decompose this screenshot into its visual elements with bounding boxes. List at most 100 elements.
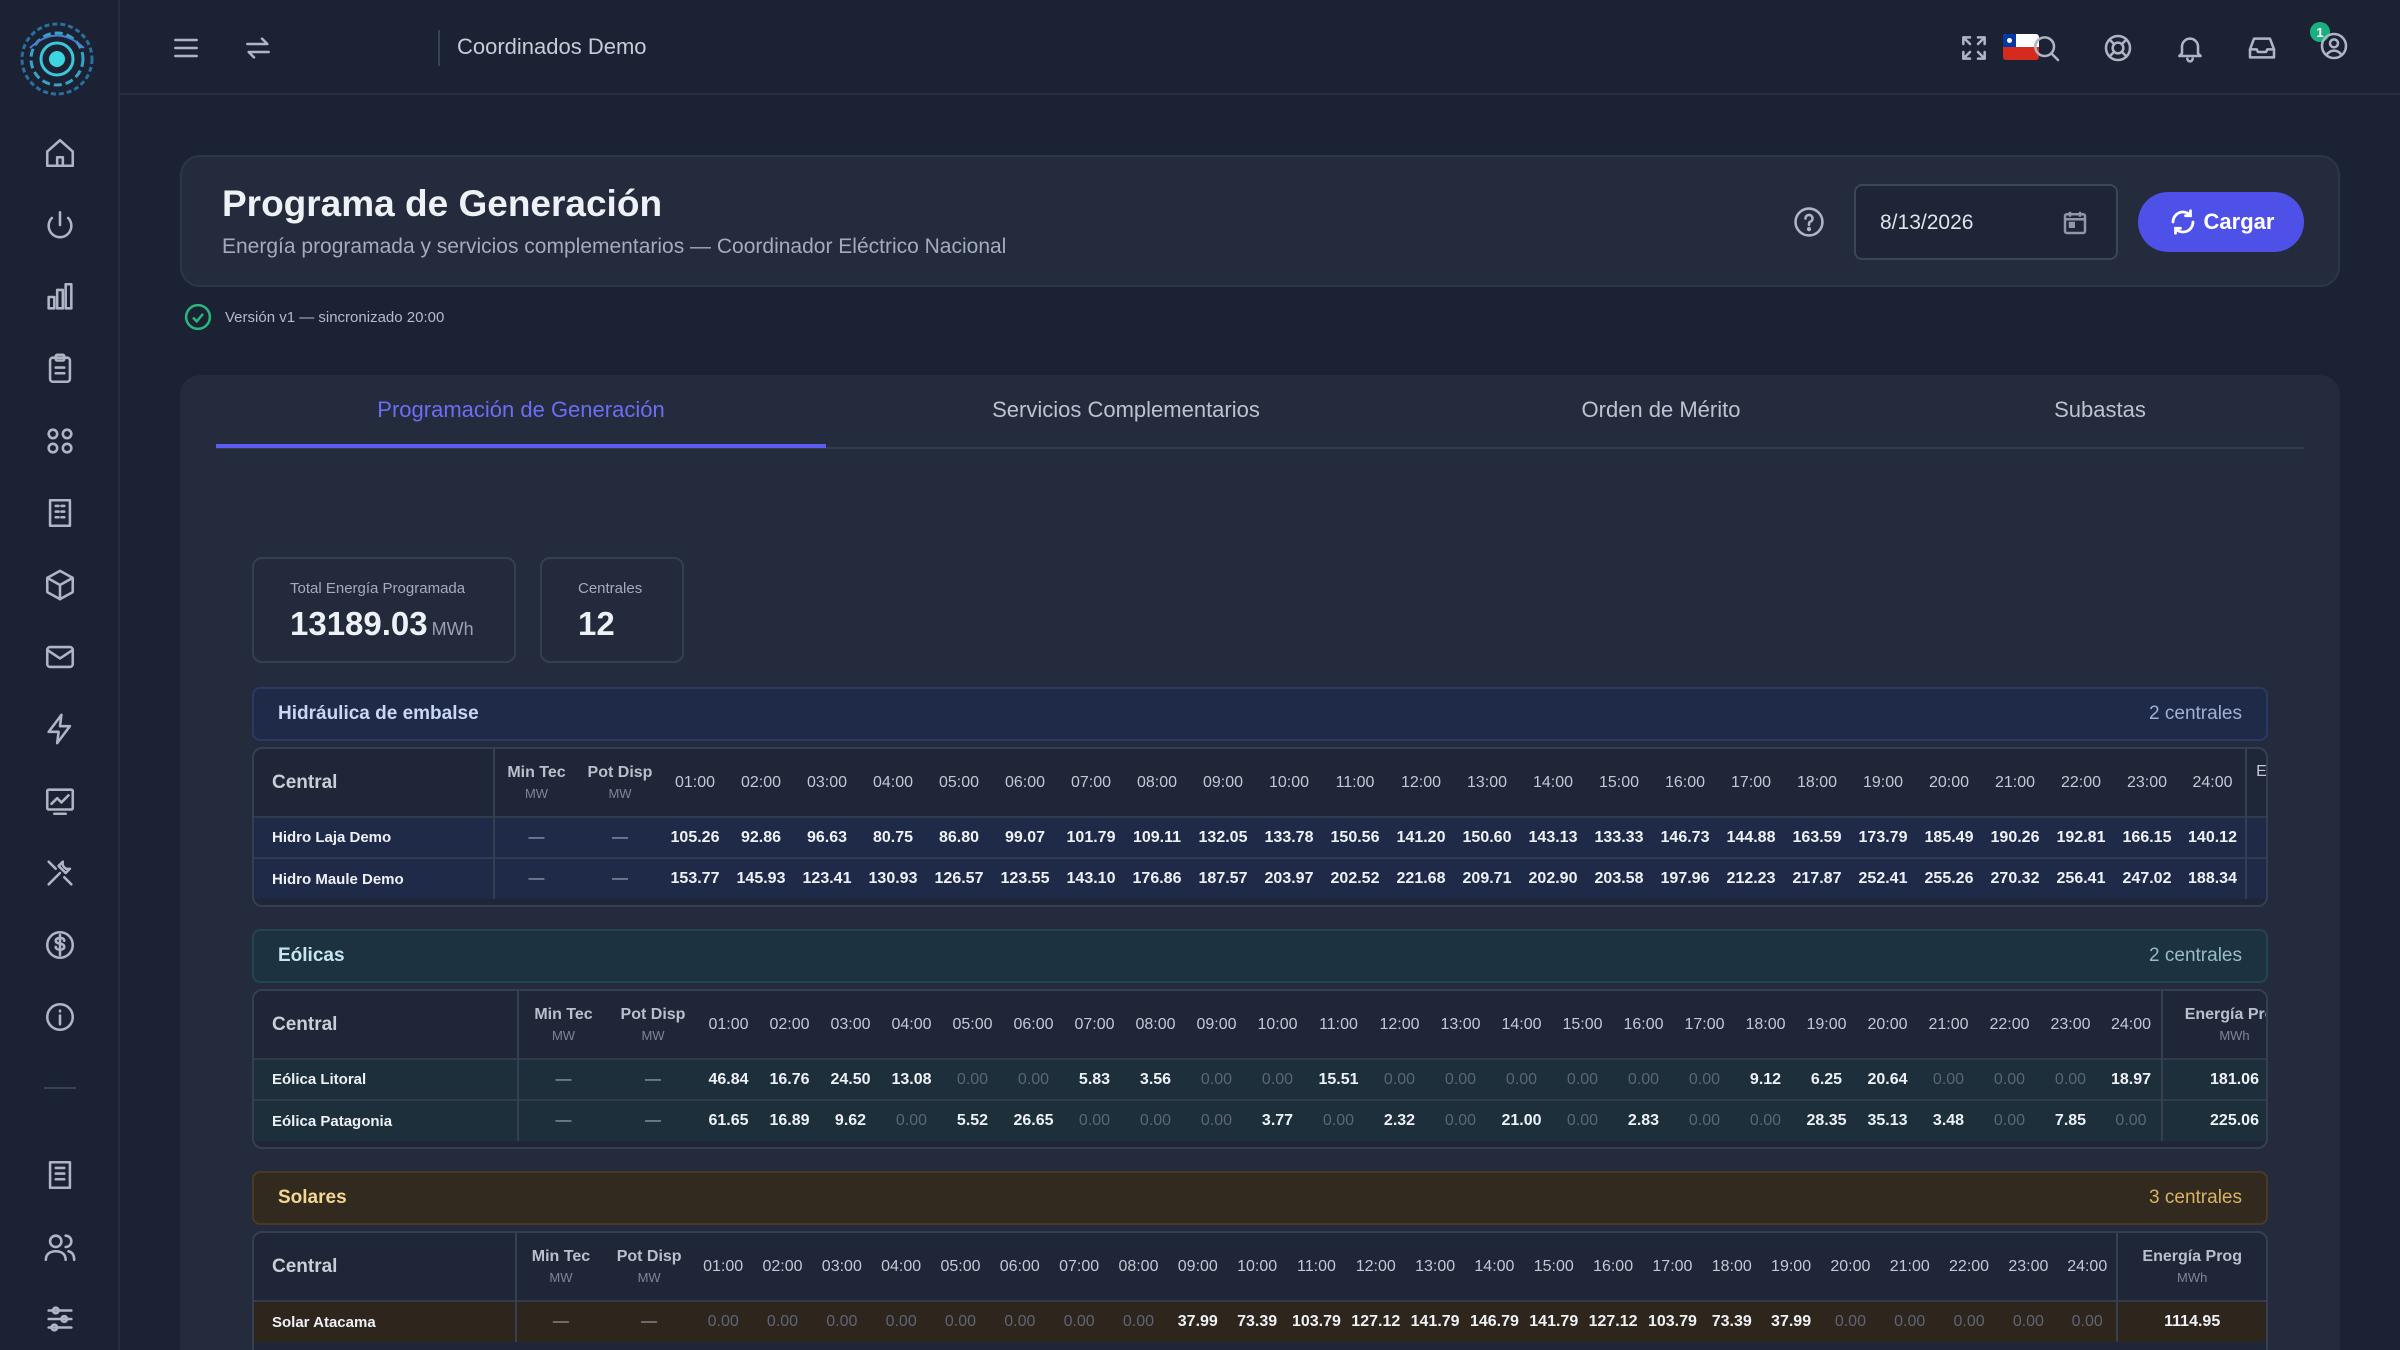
logo[interactable] xyxy=(20,18,94,100)
sidebar-item-mail[interactable] xyxy=(40,637,80,677)
table-row[interactable]: Hidro Maule Demo — —153.77 145.93 123.41 130.… xyxy=(254,857,2266,899)
tab-orden-merito[interactable]: Orden de Mérito xyxy=(1426,397,1896,423)
hour-value: 132.05 xyxy=(1190,816,1256,858)
table-row[interactable]: Eólica Patagonia — —61.65 16.89 9.62 0.00 5.52… xyxy=(254,1099,2266,1141)
sidebar-item-charts[interactable] xyxy=(40,277,80,317)
sidebar-item-billing[interactable] xyxy=(40,925,80,965)
column-header-hour: 09:00 xyxy=(1177,1257,1218,1275)
load-button[interactable]: Cargar xyxy=(2138,192,2304,252)
hour-value: 86.80 xyxy=(926,816,992,858)
sidebar-item-tools[interactable] xyxy=(40,853,80,893)
hour-value: 0.00 xyxy=(1918,1058,1979,1100)
hour-value: 0.00 xyxy=(1979,1099,2040,1141)
hour-value: 146.79 xyxy=(1464,1300,1525,1342)
hour-value: 26.65 xyxy=(1003,1099,1064,1141)
hour-value: 101.79 xyxy=(1058,816,1124,858)
sidebar-item-power[interactable] xyxy=(40,205,80,245)
hour-value: 127.12 xyxy=(1346,1300,1406,1342)
group-header-eolicas[interactable]: Eólicas 2 centrales xyxy=(252,929,2268,983)
notifications-button[interactable] xyxy=(2170,28,2210,68)
hour-value: 0.00 xyxy=(1820,1300,1881,1342)
sidebar-item-home[interactable] xyxy=(40,133,80,173)
column-header-hour: 12:00 xyxy=(1355,1257,1396,1275)
switch-button[interactable] xyxy=(238,28,278,68)
generation-table: Central Min Tec MW Pot Disp MW 01:00 02:00 03:0… xyxy=(254,1233,2266,1342)
hour-value: 202.90 xyxy=(1520,857,1586,899)
sidebar-item-buildings[interactable] xyxy=(40,493,80,533)
version-status: Versión v1 — sincronizado 20:00 xyxy=(183,302,444,332)
column-header-hour: 10:00 xyxy=(1268,773,1310,791)
hour-value: 0.00 xyxy=(1735,1099,1796,1141)
table-row[interactable]: Solar Atacama — —0.00 0.00 0.00 0.00 0.00 0.00 0… xyxy=(254,1300,2266,1342)
tab-subastas[interactable]: Subastas xyxy=(1896,397,2304,423)
column-header-hour: 21:00 xyxy=(1994,773,2036,791)
sidebar xyxy=(0,0,120,1350)
sidebar-item-generation[interactable] xyxy=(40,781,80,821)
hour-value: 92.86 xyxy=(728,816,794,858)
tab-servicios[interactable]: Servicios Complementarios xyxy=(826,397,1426,423)
menu-button[interactable] xyxy=(166,28,206,68)
calendar-icon[interactable] xyxy=(2060,208,2092,240)
hour-value: 0.00 xyxy=(693,1300,753,1342)
check-circle-icon xyxy=(184,303,212,331)
sidebar-item-apps[interactable] xyxy=(40,421,80,461)
inbox-button[interactable] xyxy=(2242,28,2282,68)
bar-chart-icon xyxy=(47,282,73,310)
sidebar-item-settings[interactable] xyxy=(40,1299,80,1339)
sidebar-item-users[interactable] xyxy=(40,1227,80,1267)
sidebar-item-company[interactable] xyxy=(40,1155,80,1195)
column-header-min-tec: Min Tec MW xyxy=(507,764,566,801)
hour-value: 141.79 xyxy=(1405,1300,1465,1342)
column-header-hour: 09:00 xyxy=(1202,773,1244,791)
profile-button[interactable] xyxy=(2314,26,2354,66)
lifebuoy-icon xyxy=(2104,34,2132,62)
group-name: Eólicas xyxy=(278,945,345,966)
sidebar-item-reports[interactable] xyxy=(40,349,80,389)
column-header-hour: 08:00 xyxy=(1136,773,1178,791)
grid-icon xyxy=(47,428,73,454)
hour-value: 0.00 xyxy=(752,1300,813,1342)
hour-value: 166.15 xyxy=(2114,816,2180,858)
tab-programacion[interactable]: Programación de Generación xyxy=(216,397,826,423)
search-button[interactable] xyxy=(2026,28,2066,68)
hour-value: 0.00 xyxy=(1430,1058,1491,1100)
column-header-hour: 22:00 xyxy=(2060,773,2102,791)
help-button[interactable] xyxy=(1792,205,1826,239)
lightning-icon xyxy=(47,713,72,745)
hour-value: 24.50 xyxy=(820,1058,881,1100)
table-row[interactable]: Eólica Litoral — —46.84 16.76 24.50 13.08 0.00… xyxy=(254,1058,2266,1100)
table-row[interactable]: Hidro Laja Demo — —105.26 92.86 96.63 80.75 86… xyxy=(254,816,2266,858)
group-header-solares[interactable]: Solares 3 centrales xyxy=(252,1171,2268,1225)
column-header-hour: 11:00 xyxy=(1319,1015,1358,1033)
hour-value: 7.85 xyxy=(2040,1099,2101,1141)
hour-value: 185.49 xyxy=(1916,816,1982,858)
date-picker[interactable]: 8/13/2026 xyxy=(1854,184,2118,260)
office-icon xyxy=(48,1160,72,1190)
column-header-hour: 14:00 xyxy=(1532,773,1574,791)
date-input[interactable]: 8/13/2026 xyxy=(1880,211,1973,235)
hour-value: 21.00 xyxy=(1491,1099,1552,1141)
hour-value: 5.83 xyxy=(1064,1058,1125,1100)
column-header-hour: 02:00 xyxy=(769,1015,810,1033)
sidebar-item-info[interactable] xyxy=(40,997,80,1037)
load-button-label: Cargar xyxy=(2203,209,2275,234)
support-button[interactable] xyxy=(2098,28,2138,68)
group-header-hidraulica[interactable]: Hidráulica de embalse 2 centrales xyxy=(252,687,2268,741)
central-name: Hidro Laja Demo xyxy=(254,816,495,858)
column-header-hour: 24:00 xyxy=(2067,1257,2108,1275)
column-header-hour: 04:00 xyxy=(872,773,914,791)
company-title: Coordinados Demo xyxy=(457,34,647,59)
energia-prog-value xyxy=(2245,857,2266,899)
column-header-hour: 05:00 xyxy=(952,1015,993,1033)
hour-value: 221.68 xyxy=(1388,857,1454,899)
main-card: Programación de Generación Servicios Com… xyxy=(180,375,2340,1350)
fullscreen-button[interactable] xyxy=(1954,28,1994,68)
column-header-hour: 16:00 xyxy=(1664,773,1706,791)
pot-disp-value: — xyxy=(578,857,662,899)
hour-value: 37.99 xyxy=(1168,1300,1228,1342)
hour-value: 0.00 xyxy=(881,1099,942,1141)
sidebar-item-packages[interactable] xyxy=(40,565,80,605)
sidebar-item-energy[interactable] xyxy=(40,709,80,749)
group-count: 3 centrales xyxy=(2149,1187,2242,1208)
hour-value: 192.81 xyxy=(2048,816,2114,858)
